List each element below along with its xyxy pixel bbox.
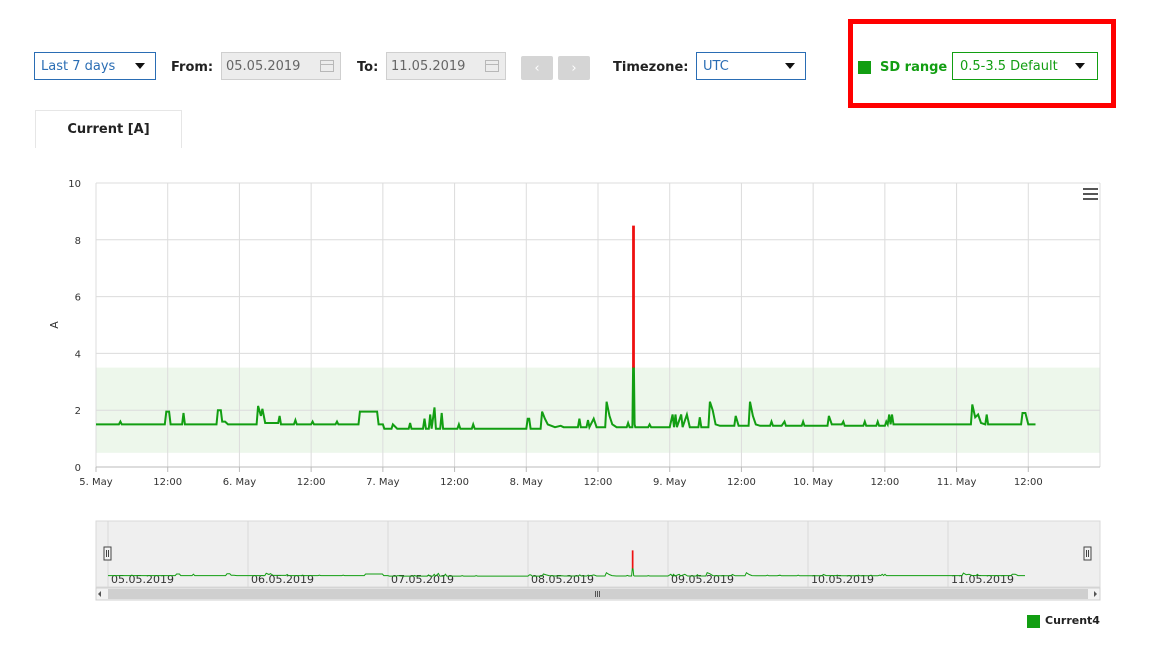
legend-label-current4[interactable]: Current4 xyxy=(1045,614,1100,627)
x-tick-label: 12:00 xyxy=(440,477,469,488)
y-tick-label: 2 xyxy=(75,406,81,417)
navigator-spike-line xyxy=(631,550,634,569)
x-tick-label: 12:00 xyxy=(870,477,899,488)
x-tick-label: 8. May xyxy=(510,477,543,488)
legend-swatch-current4[interactable] xyxy=(1027,615,1040,628)
x-tick-label: 5. May xyxy=(79,477,112,488)
y-tick-label: 0 xyxy=(75,463,81,474)
series-spike-above-range xyxy=(632,225,635,368)
x-axis-ticks: 5. May 12:00 6. May 12:00 7. May 12:00 8. May 1… xyxy=(79,467,1043,488)
navigator-left-handle[interactable] xyxy=(103,546,112,561)
hamburger-menu-icon[interactable] xyxy=(1083,188,1098,200)
navigator-date-label: 11.05.2019 xyxy=(951,573,1014,586)
x-tick-label: 12:00 xyxy=(297,477,326,488)
x-tick-label: 12:00 xyxy=(153,477,182,488)
x-tick-label: 9. May xyxy=(653,477,686,488)
navigator-date-label: 10.05.2019 xyxy=(811,573,874,586)
navigator[interactable]: 05.05.2019 06.05.2019 07.05.2019 08.05.2019… xyxy=(95,520,1101,588)
y-tick-label: 4 xyxy=(75,349,81,360)
y-tick-label: 8 xyxy=(75,236,81,247)
y-tick-label: 6 xyxy=(75,293,81,304)
navigator-right-handle[interactable] xyxy=(1083,546,1092,561)
navigator-date-label: 09.05.2019 xyxy=(671,573,734,586)
y-tick-label: 10 xyxy=(68,179,81,190)
current-chart: 0 2 4 6 8 10 5. May 12:00 6. May 12:00 7. May 12:0… xyxy=(48,179,1101,601)
x-tick-label: 7. May xyxy=(366,477,399,488)
x-tick-label: 12:00 xyxy=(584,477,613,488)
x-tick-label: 12:00 xyxy=(1014,477,1043,488)
x-tick-label: 11. May xyxy=(937,477,977,488)
y-axis-ticks: 0 2 4 6 8 10 xyxy=(68,179,81,474)
navigator-date-label: 05.05.2019 xyxy=(111,573,174,586)
x-tick-label: 10. May xyxy=(793,477,833,488)
navigator-window[interactable] xyxy=(95,520,1101,588)
y-axis-label: A xyxy=(48,321,61,329)
scrollbar[interactable] xyxy=(95,587,1101,601)
x-tick-label: 6. May xyxy=(223,477,256,488)
x-tick-label: 12:00 xyxy=(727,477,756,488)
navigator-date-label: 08.05.2019 xyxy=(531,573,594,586)
